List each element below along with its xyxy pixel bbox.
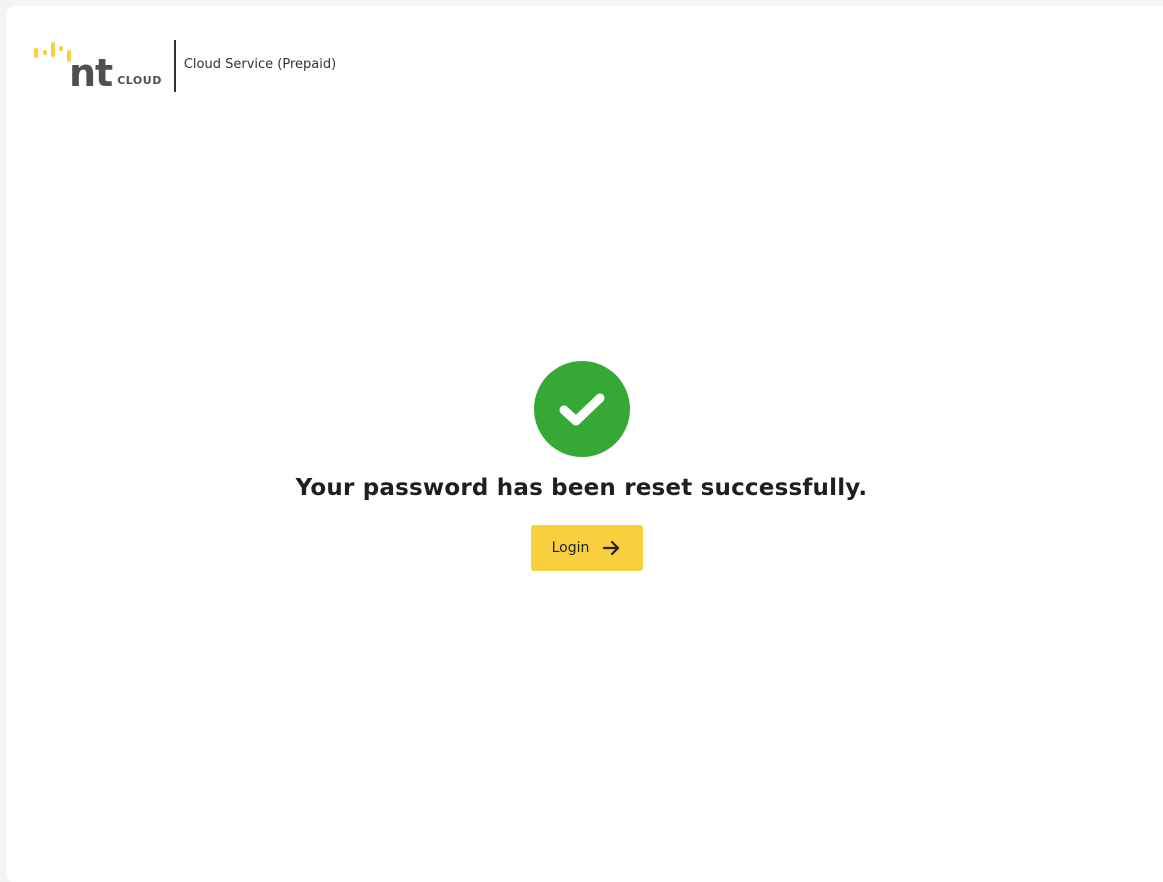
header: nt CLOUD Cloud Service (Prepaid) — [34, 36, 336, 96]
checkmark-icon — [559, 393, 604, 426]
page-container: nt CLOUD Cloud Service (Prepaid) Your pa… — [6, 6, 1163, 882]
arrow-right-icon — [603, 540, 621, 556]
login-button-label: Login — [551, 540, 590, 556]
service-name: Cloud Service (Prepaid) — [183, 56, 337, 72]
logo-wordmark: nt — [69, 51, 113, 95]
check-circle-icon — [533, 361, 630, 457]
reset-success-panel: Your password has been reset successfull… — [0, 361, 1163, 571]
success-message: Your password has been reset successfull… — [295, 475, 868, 501]
login-button[interactable]: Login — [530, 525, 643, 571]
header-divider — [173, 40, 176, 92]
logo-cloud-label: CLOUD — [117, 74, 162, 87]
nt-cloud-logo[interactable]: nt CLOUD — [34, 38, 162, 94]
